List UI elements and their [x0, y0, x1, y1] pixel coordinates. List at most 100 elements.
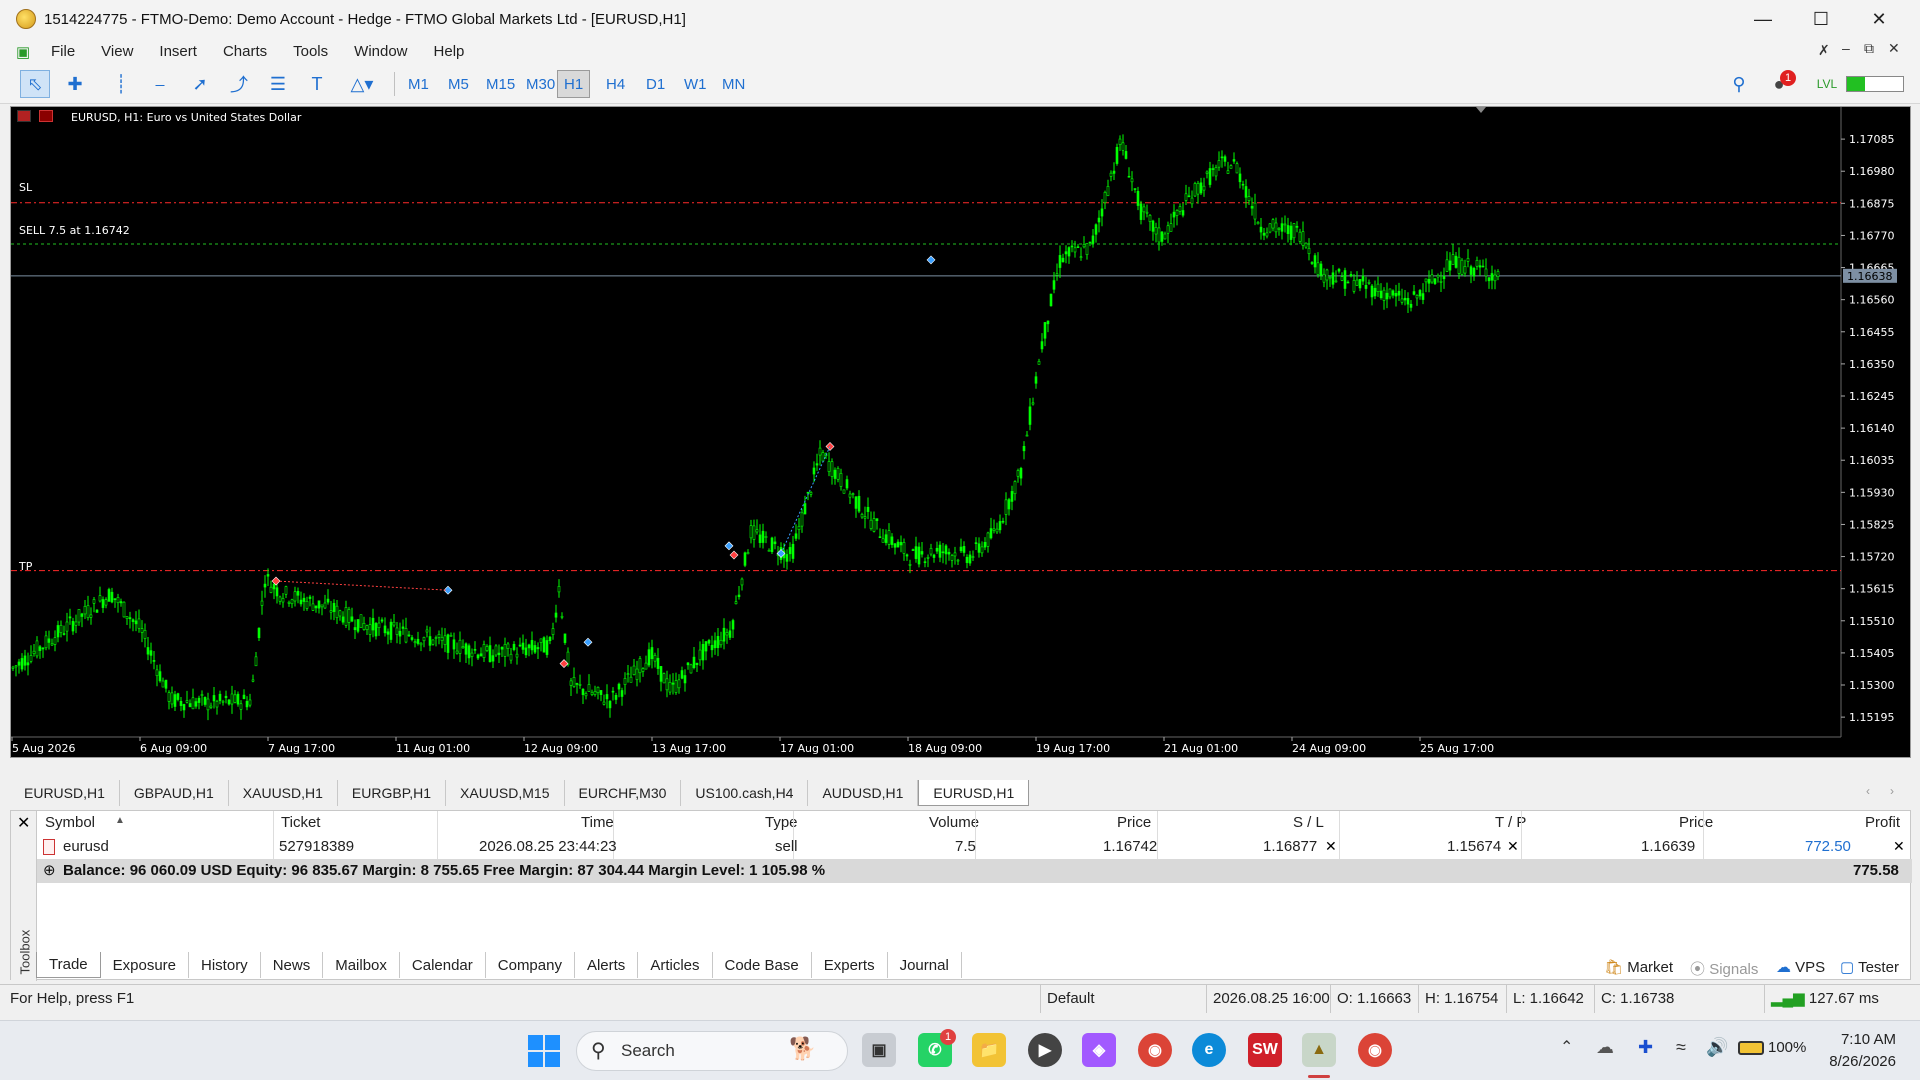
chart-tab[interactable]: XAUUSD,M15: [446, 780, 565, 806]
signals-button[interactable]: ⦿ Signals: [1690, 958, 1758, 979]
vps-button[interactable]: ☁ VPS: [1776, 958, 1825, 976]
tester-button[interactable]: ▢ Tester: [1840, 958, 1899, 976]
timeframe-m30[interactable]: M30: [520, 70, 561, 98]
tab-history[interactable]: History: [189, 952, 261, 978]
tab-alerts[interactable]: Alerts: [575, 952, 639, 978]
signal-level-icon[interactable]: LVL: [1812, 70, 1842, 98]
vpn-icon[interactable]: ✚: [1638, 1037, 1653, 1058]
trendline-tool-icon[interactable]: ➚: [185, 70, 215, 98]
file-explorer-icon[interactable]: 📁: [972, 1033, 1006, 1067]
tab-articles[interactable]: Articles: [638, 952, 713, 978]
timeframe-d1[interactable]: D1: [640, 70, 671, 98]
crosshair-tool-icon[interactable]: ✚: [60, 70, 90, 98]
status-profile[interactable]: Default: [1040, 985, 1208, 1013]
timeframe-m5[interactable]: M5: [442, 70, 475, 98]
timeframe-m15[interactable]: M15: [480, 70, 521, 98]
remove-sl-icon[interactable]: ✕: [1325, 838, 1337, 855]
status-ping[interactable]: ▂▄▆ 127.67 ms: [1764, 985, 1914, 1013]
tab-journal[interactable]: Journal: [888, 952, 962, 978]
tab-experts[interactable]: Experts: [812, 952, 888, 978]
chrome-icon-2[interactable]: ◉: [1358, 1033, 1392, 1067]
chart-tab[interactable]: EURGBP,H1: [338, 780, 447, 806]
tab-trade[interactable]: Trade: [36, 952, 101, 978]
metatrader-taskbar-icon[interactable]: ▲: [1302, 1033, 1336, 1067]
row-time[interactable]: 2026.08.25 23:44:23: [479, 835, 617, 859]
clock-date[interactable]: 8/26/2026: [1824, 1053, 1896, 1070]
column-header-current-price[interactable]: Price: [1679, 811, 1713, 835]
price-chart[interactable]: 1.17085 1.16980 1.16875 1.16770 1.16665 1.165…: [10, 106, 1911, 758]
menu-view[interactable]: View: [88, 43, 146, 60]
vertical-line-tool-icon[interactable]: ┊: [106, 70, 136, 98]
tab-company[interactable]: Company: [486, 952, 575, 978]
tab-exposure[interactable]: Exposure: [101, 952, 190, 978]
menu-insert[interactable]: Insert: [146, 43, 210, 60]
tab-scroll-left-icon[interactable]: ‹: [1866, 784, 1870, 798]
row-type[interactable]: sell: [775, 835, 798, 859]
volume-icon[interactable]: 🔊: [1706, 1037, 1728, 1058]
clock-time[interactable]: 7:10 AM: [1840, 1031, 1896, 1048]
toolbox-close-icon[interactable]: ✕: [17, 813, 30, 833]
menu-charts[interactable]: Charts: [210, 43, 280, 60]
remove-tp-icon[interactable]: ✕: [1507, 838, 1519, 855]
column-header-symbol[interactable]: Symbol: [45, 811, 95, 835]
timeframe-m1[interactable]: M1: [402, 70, 435, 98]
row-current-price[interactable]: 1.16639: [1641, 835, 1695, 859]
fibonacci-tool-icon[interactable]: ☰: [263, 70, 293, 98]
row-tp[interactable]: 1.15674: [1447, 835, 1501, 859]
wifi-icon[interactable]: ≈: [1676, 1037, 1686, 1058]
windows-start-icon[interactable]: [528, 1035, 560, 1067]
minimize-button[interactable]: —: [1734, 0, 1792, 38]
menu-tools[interactable]: Tools: [280, 43, 341, 60]
market-button[interactable]: 🛍 Market: [1604, 958, 1673, 976]
task-view-icon[interactable]: ▣: [862, 1033, 896, 1067]
column-header-price[interactable]: Price: [1117, 811, 1151, 835]
row-sl[interactable]: 1.16877: [1263, 835, 1317, 859]
child-close-button[interactable]: ✕: [1888, 40, 1900, 57]
chart-tab-active[interactable]: EURUSD,H1: [918, 780, 1030, 806]
expand-icon[interactable]: ⊕: [43, 859, 56, 883]
row-ticket[interactable]: 527918389: [279, 835, 354, 859]
column-header-volume[interactable]: Volume: [929, 811, 979, 835]
timeframe-h1[interactable]: H1: [557, 70, 591, 98]
column-header-profit[interactable]: Profit: [1865, 811, 1900, 835]
tab-mailbox[interactable]: Mailbox: [323, 952, 400, 978]
taskbar-search[interactable]: ⚲ Search 🐕: [576, 1031, 848, 1071]
tab-scroll-right-icon[interactable]: ›: [1890, 784, 1894, 798]
column-header-sl[interactable]: S / L: [1293, 811, 1324, 835]
maximize-button[interactable]: ☐: [1792, 0, 1850, 38]
row-profit[interactable]: 772.50: [1805, 835, 1851, 859]
row-symbol[interactable]: eurusd: [63, 835, 109, 859]
battery-icon[interactable]: [1738, 1041, 1764, 1055]
shapes-tool-icon[interactable]: △▾: [342, 70, 382, 98]
sw-app-icon[interactable]: SW: [1248, 1033, 1282, 1067]
cursor-tool-icon[interactable]: ⬁: [20, 70, 50, 98]
chart-tab[interactable]: AUDUSD,H1: [808, 780, 919, 806]
text-tool-icon[interactable]: T: [302, 70, 332, 98]
row-volume[interactable]: 7.5: [955, 835, 976, 859]
row-price[interactable]: 1.16742: [1103, 835, 1157, 859]
horizontal-line-tool-icon[interactable]: ⎯: [145, 70, 175, 98]
tab-news[interactable]: News: [261, 952, 324, 978]
chart-tab[interactable]: EURCHF,M30: [565, 780, 682, 806]
tray-overflow-icon[interactable]: ⌃: [1560, 1037, 1573, 1057]
pin-icon[interactable]: ✗: [1818, 42, 1830, 59]
onedrive-icon[interactable]: ☁: [1596, 1037, 1614, 1058]
timeframe-mn[interactable]: MN: [716, 70, 751, 98]
tab-calendar[interactable]: Calendar: [400, 952, 486, 978]
child-restore-button[interactable]: ⧉: [1864, 40, 1874, 57]
menu-window[interactable]: Window: [341, 43, 420, 60]
close-button[interactable]: ✕: [1850, 0, 1908, 38]
tab-code-base[interactable]: Code Base: [713, 952, 812, 978]
close-position-icon[interactable]: ✕: [1893, 838, 1905, 855]
menu-file[interactable]: File: [38, 43, 88, 60]
channel-tool-icon[interactable]: ⤴: [224, 70, 254, 98]
column-header-ticket[interactable]: Ticket: [281, 811, 320, 835]
media-player-icon[interactable]: ▶: [1028, 1033, 1062, 1067]
timeframe-w1[interactable]: W1: [678, 70, 713, 98]
menu-help[interactable]: Help: [421, 43, 478, 60]
figma-icon[interactable]: ◈: [1082, 1033, 1116, 1067]
edge-icon[interactable]: e: [1192, 1033, 1226, 1067]
child-minimize-button[interactable]: –: [1842, 40, 1850, 56]
chrome-icon[interactable]: ◉: [1138, 1033, 1172, 1067]
chart-tab[interactable]: XAUUSD,H1: [229, 780, 338, 806]
